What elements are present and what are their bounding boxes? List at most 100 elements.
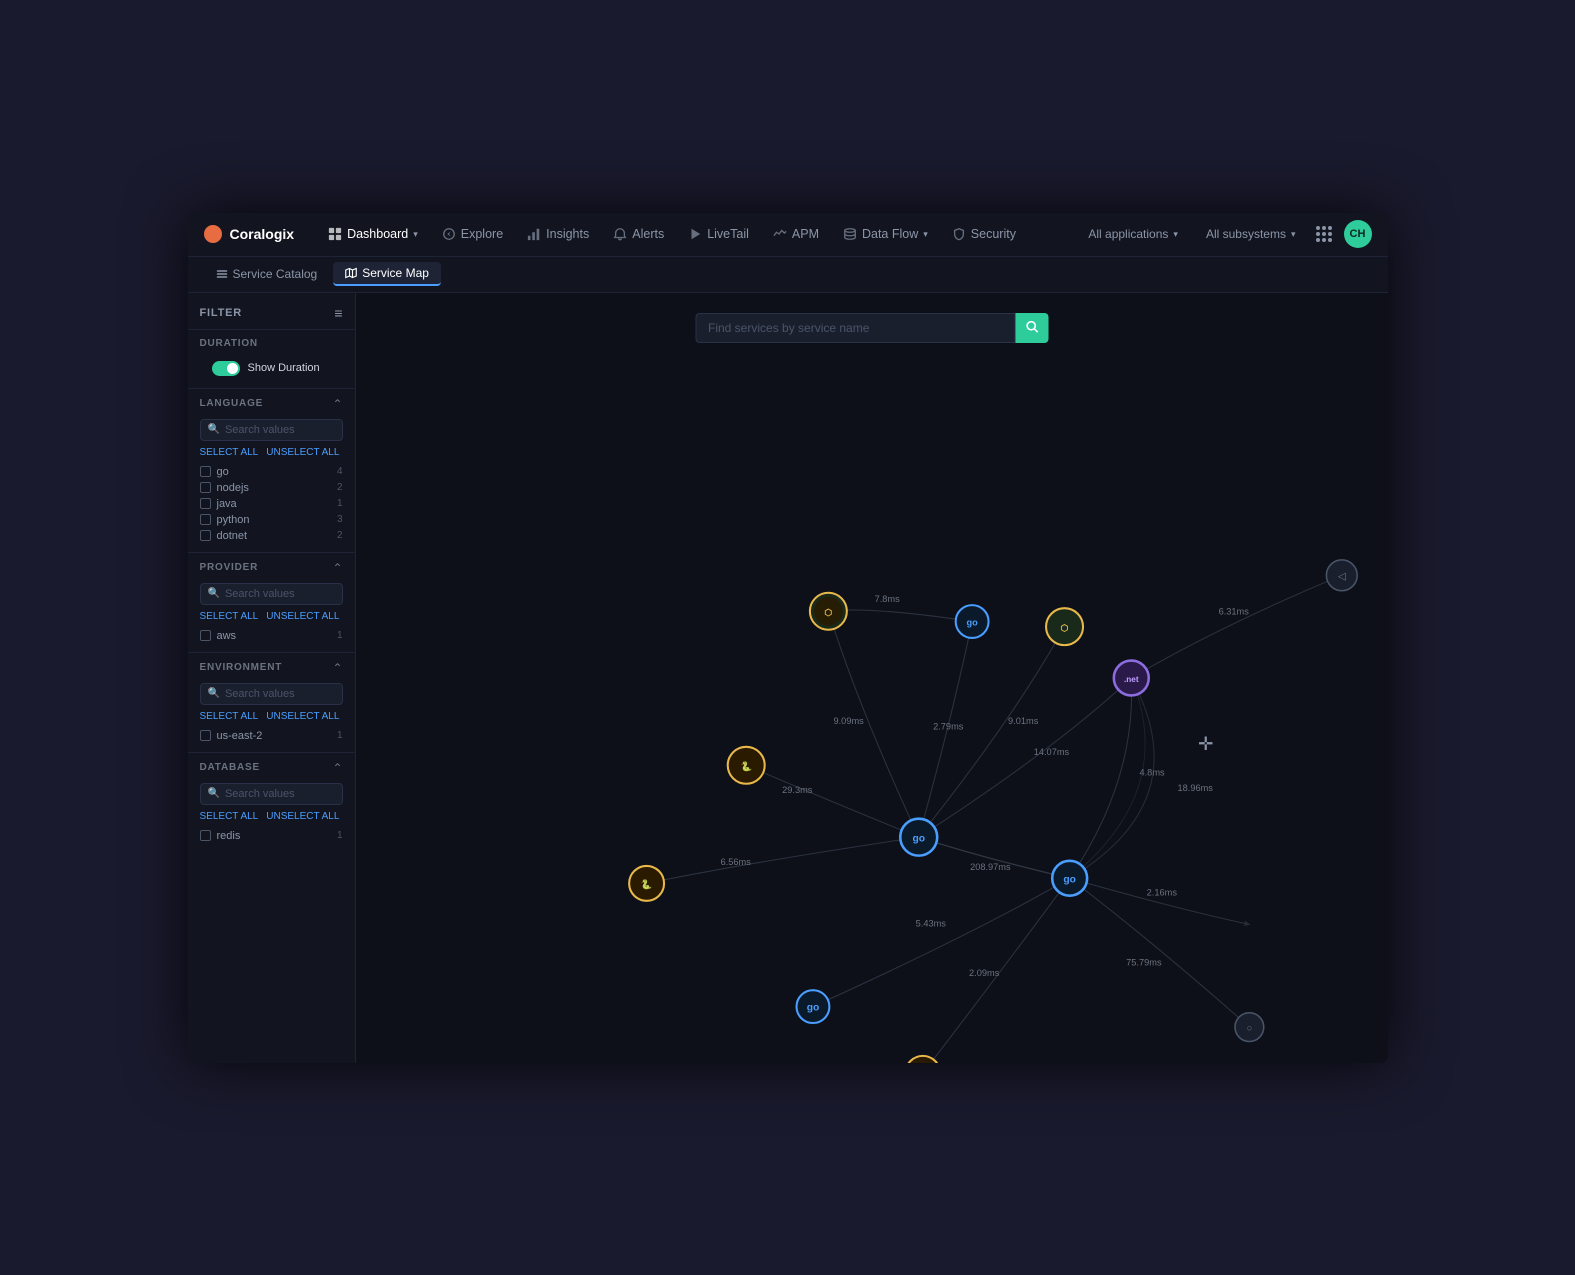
environment-unselect-all[interactable]: UNSELECT ALL xyxy=(266,711,339,722)
database-section: DATABASE ⌃ 🔍 SELECT ALL UNSELECT ALL red… xyxy=(188,752,355,852)
language-item-java: java 1 xyxy=(200,496,343,512)
nav-item-dashboard[interactable]: Dashboard ▾ xyxy=(318,223,428,245)
nav-item-explore[interactable]: Explore xyxy=(432,223,513,245)
nav-security-label: Security xyxy=(971,227,1016,241)
nav-item-dataflow[interactable]: Data Flow ▾ xyxy=(833,223,938,245)
node-nodejs2[interactable]: ⬡ xyxy=(1046,608,1083,645)
provider-unselect-all[interactable]: UNSELECT ALL xyxy=(266,611,339,622)
edge-label-4: 9.01ms xyxy=(1008,716,1039,726)
node-go2[interactable]: go xyxy=(955,605,988,638)
nav-item-apm[interactable]: APM xyxy=(763,223,829,245)
logo-area[interactable]: Coralogix xyxy=(204,225,295,243)
language-checkbox-nodejs[interactable] xyxy=(200,482,211,493)
environment-select-row: SELECT ALL UNSELECT ALL xyxy=(200,711,343,722)
svg-text:⬡: ⬡ xyxy=(824,607,832,617)
nav-insights-label: Insights xyxy=(546,227,589,241)
language-checkbox-python[interactable] xyxy=(200,514,211,525)
language-checkbox-go[interactable] xyxy=(200,466,211,477)
database-chevron[interactable]: ⌃ xyxy=(332,761,342,775)
environment-search-input[interactable] xyxy=(225,688,335,700)
edge-label-13: 75.79ms xyxy=(1126,957,1162,967)
database-search[interactable]: 🔍 xyxy=(200,783,343,805)
environment-search[interactable]: 🔍 xyxy=(200,683,343,705)
language-search-icon: 🔍 xyxy=(208,424,220,435)
edge-label-9: 208.97ms xyxy=(970,862,1011,872)
node-bottom[interactable]: ○ xyxy=(1234,1012,1263,1041)
service-map-svg[interactable]: 7.8ms 9.09ms 2.79ms 9.01ms 14.07ms 4.8ms xyxy=(356,293,1388,1063)
language-count-nodejs: 2 xyxy=(337,482,343,493)
node-net[interactable]: .net xyxy=(1113,660,1148,695)
node-center[interactable]: go xyxy=(900,818,937,855)
node-left[interactable]: 🐍 xyxy=(629,865,664,900)
language-item-go: go 4 xyxy=(200,464,343,480)
nav-item-insights[interactable]: Insights xyxy=(517,223,599,245)
tab-service-map[interactable]: Service Map xyxy=(333,262,441,286)
filter-icon[interactable]: ≡ xyxy=(334,305,342,321)
duration-title: DURATION xyxy=(200,338,258,349)
all-applications-dropdown[interactable]: All applications ▾ xyxy=(1080,223,1186,245)
show-duration-toggle[interactable] xyxy=(212,361,240,376)
provider-select-row: SELECT ALL UNSELECT ALL xyxy=(200,611,343,622)
provider-chevron[interactable]: ⌃ xyxy=(332,561,342,575)
node-top[interactable]: ◁ xyxy=(1326,559,1357,590)
all-subsystems-label: All subsystems xyxy=(1206,227,1286,241)
show-duration-label: Show Duration xyxy=(248,362,320,374)
environment-title: ENVIRONMENT xyxy=(200,662,283,673)
database-checkbox-redis[interactable] xyxy=(200,830,211,841)
database-select-all[interactable]: SELECT ALL xyxy=(200,811,259,822)
language-section: LANGUAGE ⌃ 🔍 SELECT ALL UNSELECT ALL go … xyxy=(188,388,355,552)
node-nodejs1[interactable]: ⬡ xyxy=(809,592,846,629)
language-title: LANGUAGE xyxy=(200,398,264,409)
database-header: DATABASE ⌃ xyxy=(200,761,343,775)
service-search-bar xyxy=(695,313,1048,343)
language-search-input[interactable] xyxy=(225,424,335,436)
language-label-java: java xyxy=(217,498,331,510)
database-unselect-all[interactable]: UNSELECT ALL xyxy=(266,811,339,822)
service-search-button[interactable] xyxy=(1015,313,1048,343)
provider-search-input[interactable] xyxy=(225,588,335,600)
language-checkbox-dotnet[interactable] xyxy=(200,530,211,541)
language-label-python: python xyxy=(217,514,331,526)
language-unselect-all[interactable]: UNSELECT ALL xyxy=(266,447,339,458)
node-center2[interactable]: go xyxy=(1052,860,1087,895)
environment-chevron[interactable]: ⌃ xyxy=(332,661,342,675)
database-search-icon: 🔍 xyxy=(208,788,220,799)
provider-search[interactable]: 🔍 xyxy=(200,583,343,605)
tab-service-catalog[interactable]: Service Catalog xyxy=(204,263,330,285)
provider-select-all[interactable]: SELECT ALL xyxy=(200,611,259,622)
language-chevron[interactable]: ⌃ xyxy=(332,397,342,411)
language-select-row: SELECT ALL UNSELECT ALL xyxy=(200,447,343,458)
map-area[interactable]: 7.8ms 9.09ms 2.79ms 9.01ms 14.07ms 4.8ms xyxy=(356,293,1388,1063)
language-search[interactable]: 🔍 xyxy=(200,419,343,441)
apps-grid-icon[interactable] xyxy=(1316,226,1332,242)
edge-label-7: 6.31ms xyxy=(1218,606,1249,616)
language-select-all[interactable]: SELECT ALL xyxy=(200,447,259,458)
provider-checkbox-aws[interactable] xyxy=(200,630,211,641)
language-checkbox-java[interactable] xyxy=(200,498,211,509)
nav-alerts-label: Alerts xyxy=(632,227,664,241)
edge-label-2: 9.09ms xyxy=(833,716,864,726)
logo-icon xyxy=(204,225,222,243)
provider-section: PROVIDER ⌃ 🔍 SELECT ALL UNSELECT ALL aws… xyxy=(188,552,355,652)
nav-item-alerts[interactable]: Alerts xyxy=(603,223,674,245)
environment-select-all[interactable]: SELECT ALL xyxy=(200,711,259,722)
svg-text:go: go xyxy=(912,833,925,844)
environment-label-us-east-2: us-east-2 xyxy=(217,730,331,742)
language-count-java: 1 xyxy=(337,498,343,509)
node-aws[interactable]: 🐍 xyxy=(727,746,764,783)
database-select-row: SELECT ALL UNSELECT ALL xyxy=(200,811,343,822)
svg-text:◁: ◁ xyxy=(1337,571,1345,582)
nav-item-livetail[interactable]: LiveTail xyxy=(678,223,759,245)
environment-checkbox-us-east-2[interactable] xyxy=(200,730,211,741)
node-go3[interactable]: go xyxy=(796,990,829,1023)
provider-count-aws: 1 xyxy=(337,630,343,641)
nav-apm-label: APM xyxy=(792,227,819,241)
user-avatar[interactable]: CH xyxy=(1344,220,1372,248)
language-label-go: go xyxy=(217,466,331,478)
duration-section: DURATION Show Duration xyxy=(188,329,355,388)
service-search-input[interactable] xyxy=(695,313,1015,343)
nav-item-security[interactable]: Security xyxy=(942,223,1026,245)
all-subsystems-dropdown[interactable]: All subsystems ▾ xyxy=(1198,223,1304,245)
database-search-input[interactable] xyxy=(225,788,335,800)
language-header: LANGUAGE ⌃ xyxy=(200,397,343,411)
